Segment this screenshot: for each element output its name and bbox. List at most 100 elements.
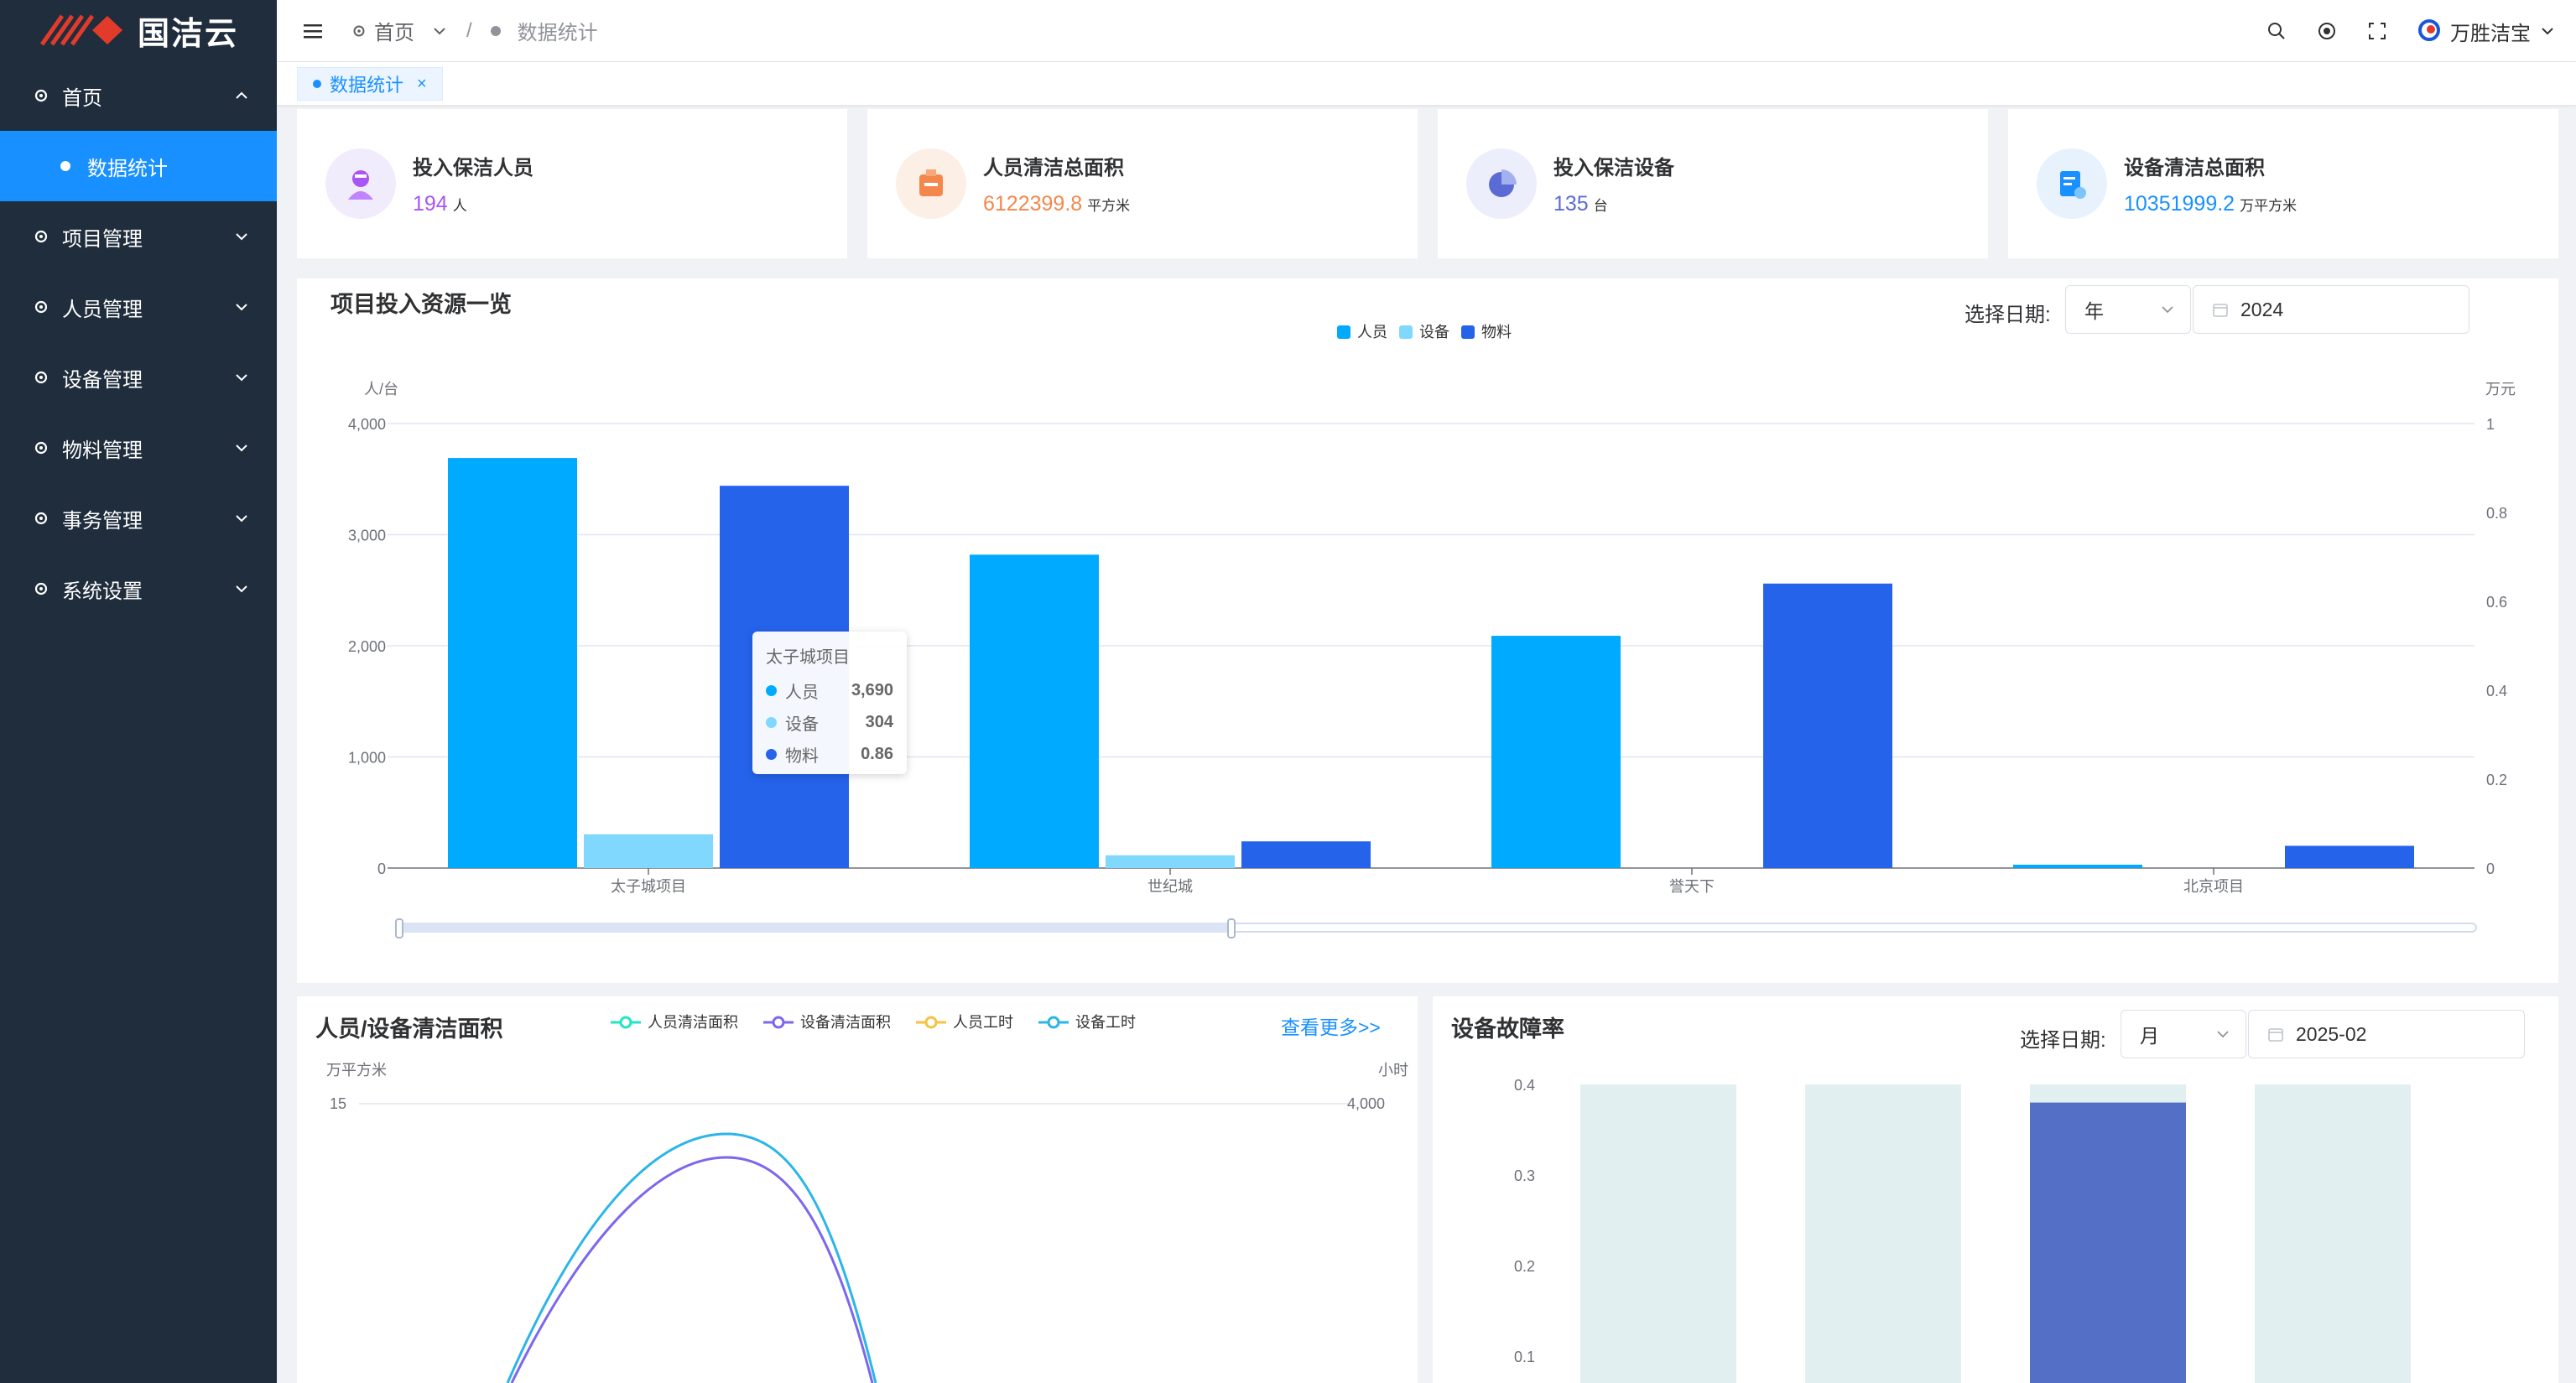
tooltip-dot-icon (766, 684, 777, 696)
logo-icon (39, 14, 122, 46)
resource-panel-title: 项目投入资源一览 (330, 292, 512, 317)
stat-card-cleaners: 投入保洁人员 194 人 (297, 109, 847, 258)
breadcrumb-current-dot-icon (490, 25, 501, 36)
tooltip-value: 3,690 (851, 680, 893, 699)
fullscreen-icon[interactable] (2366, 20, 2388, 42)
sidebar-item-settings[interactable]: 系统设置 (0, 554, 277, 624)
date-label: 选择日期: (1965, 304, 2051, 326)
sidebar-item-personnel[interactable]: 人员管理 (0, 272, 277, 342)
tab-data-stats[interactable]: 数据统计 × (297, 67, 443, 101)
tab-active-dot-icon (313, 80, 321, 88)
gear-icon (34, 441, 48, 455)
app-name: 国洁云 (137, 16, 238, 52)
stat-unit: 平方米 (1087, 198, 1131, 214)
hamburger-icon[interactable] (302, 22, 324, 40)
gear-icon (34, 300, 48, 314)
user-name: 万胜洁宝 (2450, 22, 2531, 45)
tooltip-value: 304 (865, 712, 893, 731)
user-menu[interactable]: 万胜洁宝 (2417, 17, 2556, 46)
chevron-down-icon (236, 374, 247, 382)
stat-title: 投入保洁设备 (1553, 157, 1674, 179)
sidebar-item-affairs[interactable]: 事务管理 (0, 483, 277, 554)
date-label: 选择日期: (2020, 1029, 2106, 1052)
tooltip-dot-icon (766, 748, 777, 760)
tooltip-dot-icon (766, 716, 777, 728)
stat-title: 人员清洁总面积 (983, 157, 1124, 179)
sidebar-item-label: 物料管理 (62, 439, 143, 462)
sidebar-item-home[interactable]: 首页 (0, 60, 277, 131)
sidebar-item-data-stats[interactable]: 数据统计 (0, 131, 277, 201)
target-icon[interactable] (2316, 20, 2338, 42)
sidebar-item-label: 事务管理 (62, 509, 143, 533)
date-picker-value: 2025-02 (2296, 1022, 2367, 1045)
tooltip-row: 人员 3,690 (766, 674, 893, 706)
stat-value: 6122399.8 (983, 192, 1083, 216)
sidebar-item-label: 项目管理 (62, 227, 143, 251)
stat-value: 10351999.2 (2124, 192, 2235, 216)
tooltip-name: 物料 (785, 746, 819, 766)
breadcrumb: 首页 / 数据统计 (351, 16, 598, 45)
close-icon[interactable]: × (417, 75, 427, 94)
stat-card-personnel-area: 人员清洁总面积 6122399.8 平方米 (867, 109, 1418, 258)
gear-icon (353, 25, 365, 36)
search-icon[interactable] (2266, 20, 2287, 42)
chevron-down-icon (236, 304, 247, 311)
chevron-down-icon (2217, 1031, 2229, 1038)
app-logo[interactable]: 国洁云 (0, 0, 277, 60)
gear-icon (34, 512, 48, 525)
stat-unit: 人 (452, 198, 467, 214)
sidebar-item-label: 首页 (62, 86, 102, 110)
tooltip-row: 物料 0.86 (766, 738, 893, 770)
chevron-down-icon (236, 445, 247, 452)
breadcrumb-current: 数据统计 (517, 22, 598, 44)
date-picker[interactable]: 2025-02 (2248, 1010, 2525, 1058)
gear-icon (34, 89, 48, 102)
fault-panel-title: 设备故障率 (1451, 1016, 1564, 1042)
stat-title: 设备清洁总面积 (2124, 157, 2265, 179)
sidebar-item-label: 人员管理 (62, 298, 143, 321)
stat-card-device-area: 设备清洁总面积 10351999.2 万平方米 (2008, 109, 2558, 258)
calendar-icon (2213, 304, 2228, 317)
document-icon (2037, 148, 2107, 219)
sidebar-item-label: 系统设置 (62, 580, 143, 603)
stat-unit: 台 (1593, 198, 1608, 214)
area-panel-title: 人员/设备清洁面积 (315, 1016, 503, 1042)
period-select-value: 月 (2140, 1025, 2159, 1047)
period-select[interactable]: 月 (2121, 1010, 2246, 1058)
date-picker-value: 2024 (2240, 298, 2284, 320)
sidebar-item-materials[interactable]: 物料管理 (0, 413, 277, 483)
chevron-down-icon[interactable] (431, 23, 448, 39)
date-picker[interactable]: 2024 (2193, 285, 2469, 334)
chevron-down-icon (236, 515, 247, 523)
breadcrumb-home[interactable]: 首页 (374, 16, 414, 45)
tags-bar: 数据统计 × (277, 62, 2576, 106)
sidebar: 国洁云 首页 数据统计 项目管理 人员管理 设备管理 物料管理 事务管理 系统设… (0, 0, 277, 1383)
sidebar-item-label: 设备管理 (62, 368, 143, 392)
gear-icon (34, 230, 48, 243)
stat-card-devices: 投入保洁设备 135 台 (1438, 109, 1988, 258)
stat-value: 135 (1553, 192, 1589, 216)
chart-tooltip: 太子城项目 人员 3,690 设备 304 物料 0.86 (752, 632, 907, 774)
tooltip-title: 太子城项目 (766, 648, 850, 667)
sidebar-item-devices[interactable]: 设备管理 (0, 342, 277, 413)
period-select[interactable]: 年 (2065, 285, 2191, 334)
chevron-down-icon (2542, 28, 2553, 35)
stat-value: 194 (413, 192, 448, 216)
building-icon (896, 148, 966, 219)
tab-label: 数据统计 (330, 75, 404, 96)
sidebar-item-projects[interactable]: 项目管理 (0, 201, 277, 272)
chevron-down-icon (236, 585, 247, 593)
area-panel (297, 996, 1418, 1383)
tooltip-row: 设备 304 (766, 706, 893, 738)
pie-icon (1466, 148, 1537, 219)
avatar (2418, 19, 2440, 41)
calendar-icon (2268, 1028, 2283, 1042)
view-more-link[interactable]: 查看更多>> (1281, 1011, 1381, 1040)
gear-icon (34, 371, 48, 384)
active-dot-icon (60, 161, 70, 171)
resource-panel (297, 278, 2558, 983)
header-actions: 万胜洁宝 (2266, 0, 2556, 62)
cleaner-icon (325, 148, 396, 219)
tooltip-name: 设备 (785, 715, 819, 734)
stat-title: 投入保洁人员 (413, 157, 533, 179)
